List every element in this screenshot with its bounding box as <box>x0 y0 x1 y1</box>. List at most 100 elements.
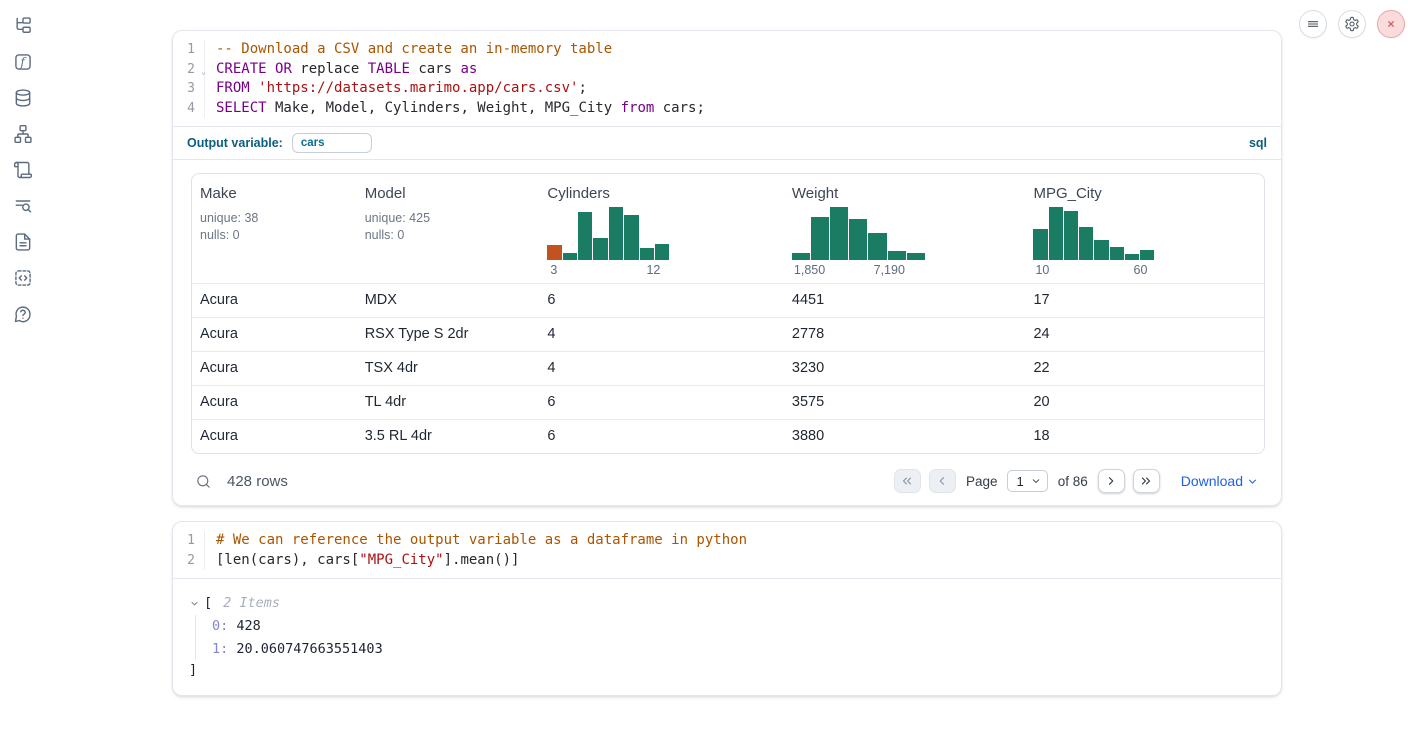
tree-entry: 1: 20.060747663551403 <box>212 638 1265 661</box>
datasources-icon <box>13 88 33 108</box>
table-cell: Acura <box>192 318 357 351</box>
table-cell: RSX Type S 2dr <box>357 318 540 351</box>
hist-bar <box>563 253 577 260</box>
hist-bar <box>1079 227 1093 260</box>
sidebar-panel-functions-button[interactable]: f <box>7 46 39 78</box>
axis-max-label: 7,190 <box>874 263 905 277</box>
table-cell: 24 <box>1025 318 1264 351</box>
table-cell: 3880 <box>784 420 1026 453</box>
table-cell: 4 <box>539 352 784 385</box>
tree-body: 0: 4281: 20.060747663551403 <box>195 615 1265 660</box>
hist-bar <box>1033 229 1047 260</box>
sidebar-panel-logs-button[interactable] <box>7 190 39 222</box>
table-cell: 4 <box>539 318 784 351</box>
column-header-make[interactable]: Makeunique: 38nulls: 0 <box>192 174 357 283</box>
column-header-weight[interactable]: Weight1,8507,190 <box>784 174 1026 283</box>
last-page-button[interactable] <box>1133 469 1160 493</box>
notebook: 1-- Download a CSV and create an in-memo… <box>172 0 1282 711</box>
code-line: 2[len(cars), cars["MPG_City"].mean()] <box>173 551 1281 571</box>
sidebar-panel-documentation-button[interactable] <box>7 226 39 258</box>
page-select[interactable]: 1 <box>1007 470 1047 492</box>
page-label: Page <box>966 474 998 489</box>
hist-bar <box>1110 247 1124 260</box>
table-row[interactable]: AcuraMDX6445117 <box>192 283 1264 317</box>
tree-head: [ 2 Items <box>189 592 1265 614</box>
mpg_city-histogram: 1060 <box>1033 207 1154 277</box>
shutdown-button[interactable] <box>1377 10 1405 38</box>
table-row[interactable]: AcuraTL 4dr6357520 <box>192 385 1264 419</box>
documentation-icon <box>13 232 33 252</box>
settings-button[interactable] <box>1338 10 1366 38</box>
table-body: AcuraMDX6445117AcuraRSX Type S 2dr427782… <box>192 283 1264 453</box>
code-text: FROM 'https://datasets.marimo.app/cars.c… <box>205 79 587 99</box>
hist-bar <box>1140 250 1154 260</box>
line-number: 1 <box>173 40 205 60</box>
chevron-left-icon <box>935 474 949 488</box>
table-row[interactable]: AcuraRSX Type S 2dr4277824 <box>192 317 1264 351</box>
sidebar-panel-file-tree-button[interactable] <box>7 10 39 42</box>
output-variable-label: Output variable: <box>187 136 283 150</box>
hist-bar <box>849 219 867 260</box>
sidebar-panel-snippets-button[interactable] <box>7 262 39 294</box>
hist-bar <box>547 245 561 260</box>
collapse-caret-icon[interactable] <box>189 598 200 609</box>
axis-max-label: 12 <box>646 263 660 277</box>
table-cell: 6 <box>539 420 784 453</box>
output-variable-row: Output variable: sql <box>173 126 1281 159</box>
hist-bar <box>888 251 906 260</box>
hist-bar <box>868 233 886 260</box>
first-page-button[interactable] <box>894 469 921 493</box>
code-line: 4SELECT Make, Model, Cylinders, Weight, … <box>173 99 1281 119</box>
code-text: # We can reference the output variable a… <box>205 531 747 551</box>
axis-min-label: 10 <box>1035 263 1049 277</box>
hist-bar <box>1049 207 1063 260</box>
table-cell: TSX 4dr <box>357 352 540 385</box>
hist-bar <box>1094 240 1108 260</box>
sidebar-panel-scratchpad-button[interactable] <box>7 154 39 186</box>
column-header-cylinders[interactable]: Cylinders 3 12 <box>539 174 784 283</box>
column-label: Cylinders <box>547 185 776 202</box>
close-bracket: ] <box>189 660 1265 680</box>
code-text: [len(cars), cars["MPG_City"].mean()] <box>205 551 519 571</box>
hist-bar <box>624 215 638 260</box>
table-cell: 3230 <box>784 352 1026 385</box>
chevrons-right-icon <box>1139 474 1153 488</box>
search-icon[interactable] <box>195 473 212 490</box>
column-header-model[interactable]: Modelunique: 425nulls: 0 <box>357 174 540 283</box>
sidebar-panel-help-button[interactable] <box>7 298 39 330</box>
open-bracket: [ <box>204 592 212 614</box>
prev-page-button[interactable] <box>929 469 956 493</box>
table-row[interactable]: AcuraTSX 4dr4323022 <box>192 351 1264 385</box>
hist-bar <box>578 212 592 260</box>
download-button[interactable]: Download <box>1181 473 1259 489</box>
sql-cell: 1-- Download a CSV and create an in-memo… <box>172 30 1282 506</box>
hist-bar <box>593 238 607 260</box>
cylinders-histogram: 3 12 <box>547 207 669 277</box>
sql-editor[interactable]: 1-- Download a CSV and create an in-memo… <box>173 31 1281 126</box>
chevron-down-icon <box>1030 475 1042 487</box>
table-cell: 6 <box>539 386 784 419</box>
sidebar-panel-datasources-button[interactable] <box>7 82 39 114</box>
topbar-actions <box>1299 10 1405 38</box>
menu-button[interactable] <box>1299 10 1327 38</box>
hist-bar <box>609 207 623 260</box>
chevron-down-icon <box>1246 475 1259 488</box>
column-header-mpg_city[interactable]: MPG_City1060 <box>1025 174 1264 283</box>
next-page-button[interactable] <box>1098 469 1125 493</box>
output-variable-input[interactable] <box>292 133 372 153</box>
sidebar-panel-dependencies-button[interactable] <box>7 118 39 150</box>
scratchpad-icon <box>13 160 33 180</box>
hist-bar <box>1064 211 1078 260</box>
table-row[interactable]: Acura3.5 RL 4dr6388018 <box>192 419 1264 453</box>
code-text: CREATE OR replace TABLE cars as <box>205 60 477 80</box>
search-icon <box>195 473 212 490</box>
line-number: 3 <box>173 79 205 99</box>
axis-min-label: 3 <box>550 263 557 277</box>
language-badge: sql <box>1249 136 1267 150</box>
python-editor[interactable]: 1# We can reference the output variable … <box>173 522 1281 578</box>
column-label: Model <box>365 185 532 202</box>
settings-icon <box>1344 16 1360 32</box>
hist-bar <box>907 253 925 260</box>
chevron-right-icon <box>1104 474 1118 488</box>
chevron-down-icon <box>1030 475 1042 487</box>
